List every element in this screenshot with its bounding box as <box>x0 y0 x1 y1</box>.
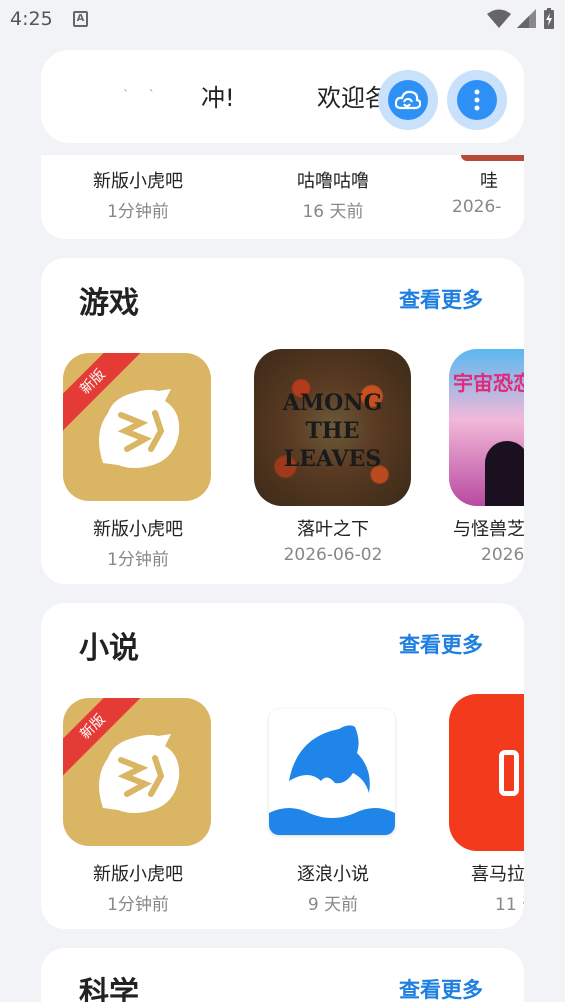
list-item[interactable]: 哇 2026- <box>443 167 524 217</box>
list-item[interactable]: 新版小虎吧 1分钟前 <box>53 167 223 222</box>
item-date: 1分钟前 <box>107 550 169 570</box>
item-date: 9 天前 <box>307 895 359 915</box>
marquee-text: 冲! <box>201 84 235 112</box>
app-icon[interactable] <box>269 709 395 835</box>
welcome-marquee: ` ` 冲! 欢迎各位 <box>81 50 401 143</box>
item-date: 11 天 <box>495 895 524 915</box>
novels-section: 小说 查看更多 新版 新版小虎吧 1分钟前 逐浪小说 9 天前 喜马拉 11 天 <box>41 603 524 929</box>
list-item[interactable]: 新版小虎吧 1分钟前 <box>53 515 223 570</box>
view-more-link[interactable]: 查看更多 <box>399 284 483 314</box>
list-item[interactable]: 喜马拉 11 天 <box>443 860 524 915</box>
section-title: 科学 <box>79 976 139 1002</box>
app-icon[interactable]: 宇宙恐恋 <box>449 349 524 506</box>
games-section: 游戏 查看更多 新版 新版小虎吧 1分钟前 AMONG THE LEAVES 落… <box>41 258 524 584</box>
cloud-sync-icon <box>395 90 421 110</box>
cover-title: AMONG THE LEAVES <box>282 390 383 472</box>
wifi-icon <box>487 9 511 28</box>
system-icons <box>487 8 555 30</box>
header-bar: ` ` 冲! 欢迎各位 <box>41 50 524 143</box>
cloud-button[interactable] <box>378 70 438 130</box>
item-name: 新版小虎吧 <box>93 519 183 540</box>
app-icon[interactable]: 新版 <box>63 698 211 846</box>
section-title: 游戏 <box>79 286 139 321</box>
app-icon[interactable]: 新版 <box>63 353 211 501</box>
more-vertical-icon <box>474 89 480 111</box>
dolphin-icon <box>269 725 395 835</box>
cover-silhouette <box>485 441 524 506</box>
view-more-link[interactable]: 查看更多 <box>399 974 483 1002</box>
signal-icon <box>517 9 536 28</box>
item-name: 新版小虎吧 <box>93 171 183 192</box>
item-date: 1分钟前 <box>107 895 169 915</box>
more-button[interactable] <box>447 70 507 130</box>
item-date: 16 天前 <box>302 202 364 222</box>
item-date: 2026- <box>452 197 502 217</box>
section-title: 小说 <box>79 631 139 666</box>
cover-edge <box>461 155 524 161</box>
item-name: 与怪兽芝 <box>453 519 524 540</box>
app-icon[interactable] <box>449 694 524 851</box>
list-item[interactable]: 新版小虎吧 1分钟前 <box>53 860 223 915</box>
status-time: 4:25 <box>10 8 53 30</box>
science-section: 科学 查看更多 <box>41 948 524 1002</box>
ximalaya-logo <box>499 750 519 796</box>
view-more-link[interactable]: 查看更多 <box>399 629 483 659</box>
item-date: 2026-06-02 <box>283 545 383 565</box>
list-item[interactable]: 落叶之下 2026-06-02 <box>248 515 418 565</box>
eyes-emoticon: ` ` <box>123 88 163 102</box>
item-name: 逐浪小说 <box>297 864 369 885</box>
list-item[interactable]: 逐浪小说 9 天前 <box>248 860 418 915</box>
app-icon[interactable]: AMONG THE LEAVES <box>254 349 411 506</box>
battery-icon <box>544 8 554 29</box>
item-date: 1分钟前 <box>107 202 169 222</box>
sim-icon: A <box>73 11 88 27</box>
item-name: 哇 <box>480 171 498 192</box>
cover-title: 宇宙恐恋 <box>453 371 524 395</box>
item-name: 喜马拉 <box>471 864 524 885</box>
item-name: 咕噜咕噜 <box>297 171 369 192</box>
item-name: 落叶之下 <box>297 519 369 540</box>
list-item[interactable]: 咕噜咕噜 16 天前 <box>248 167 418 222</box>
item-date: 2026- <box>481 545 524 565</box>
status-bar: 4:25 A <box>0 0 565 40</box>
peek-card: 新版小虎吧 1分钟前 咕噜咕噜 16 天前 哇 2026- <box>41 155 524 239</box>
item-name: 新版小虎吧 <box>93 864 183 885</box>
list-item[interactable]: 与怪兽芝 2026- <box>443 515 524 565</box>
